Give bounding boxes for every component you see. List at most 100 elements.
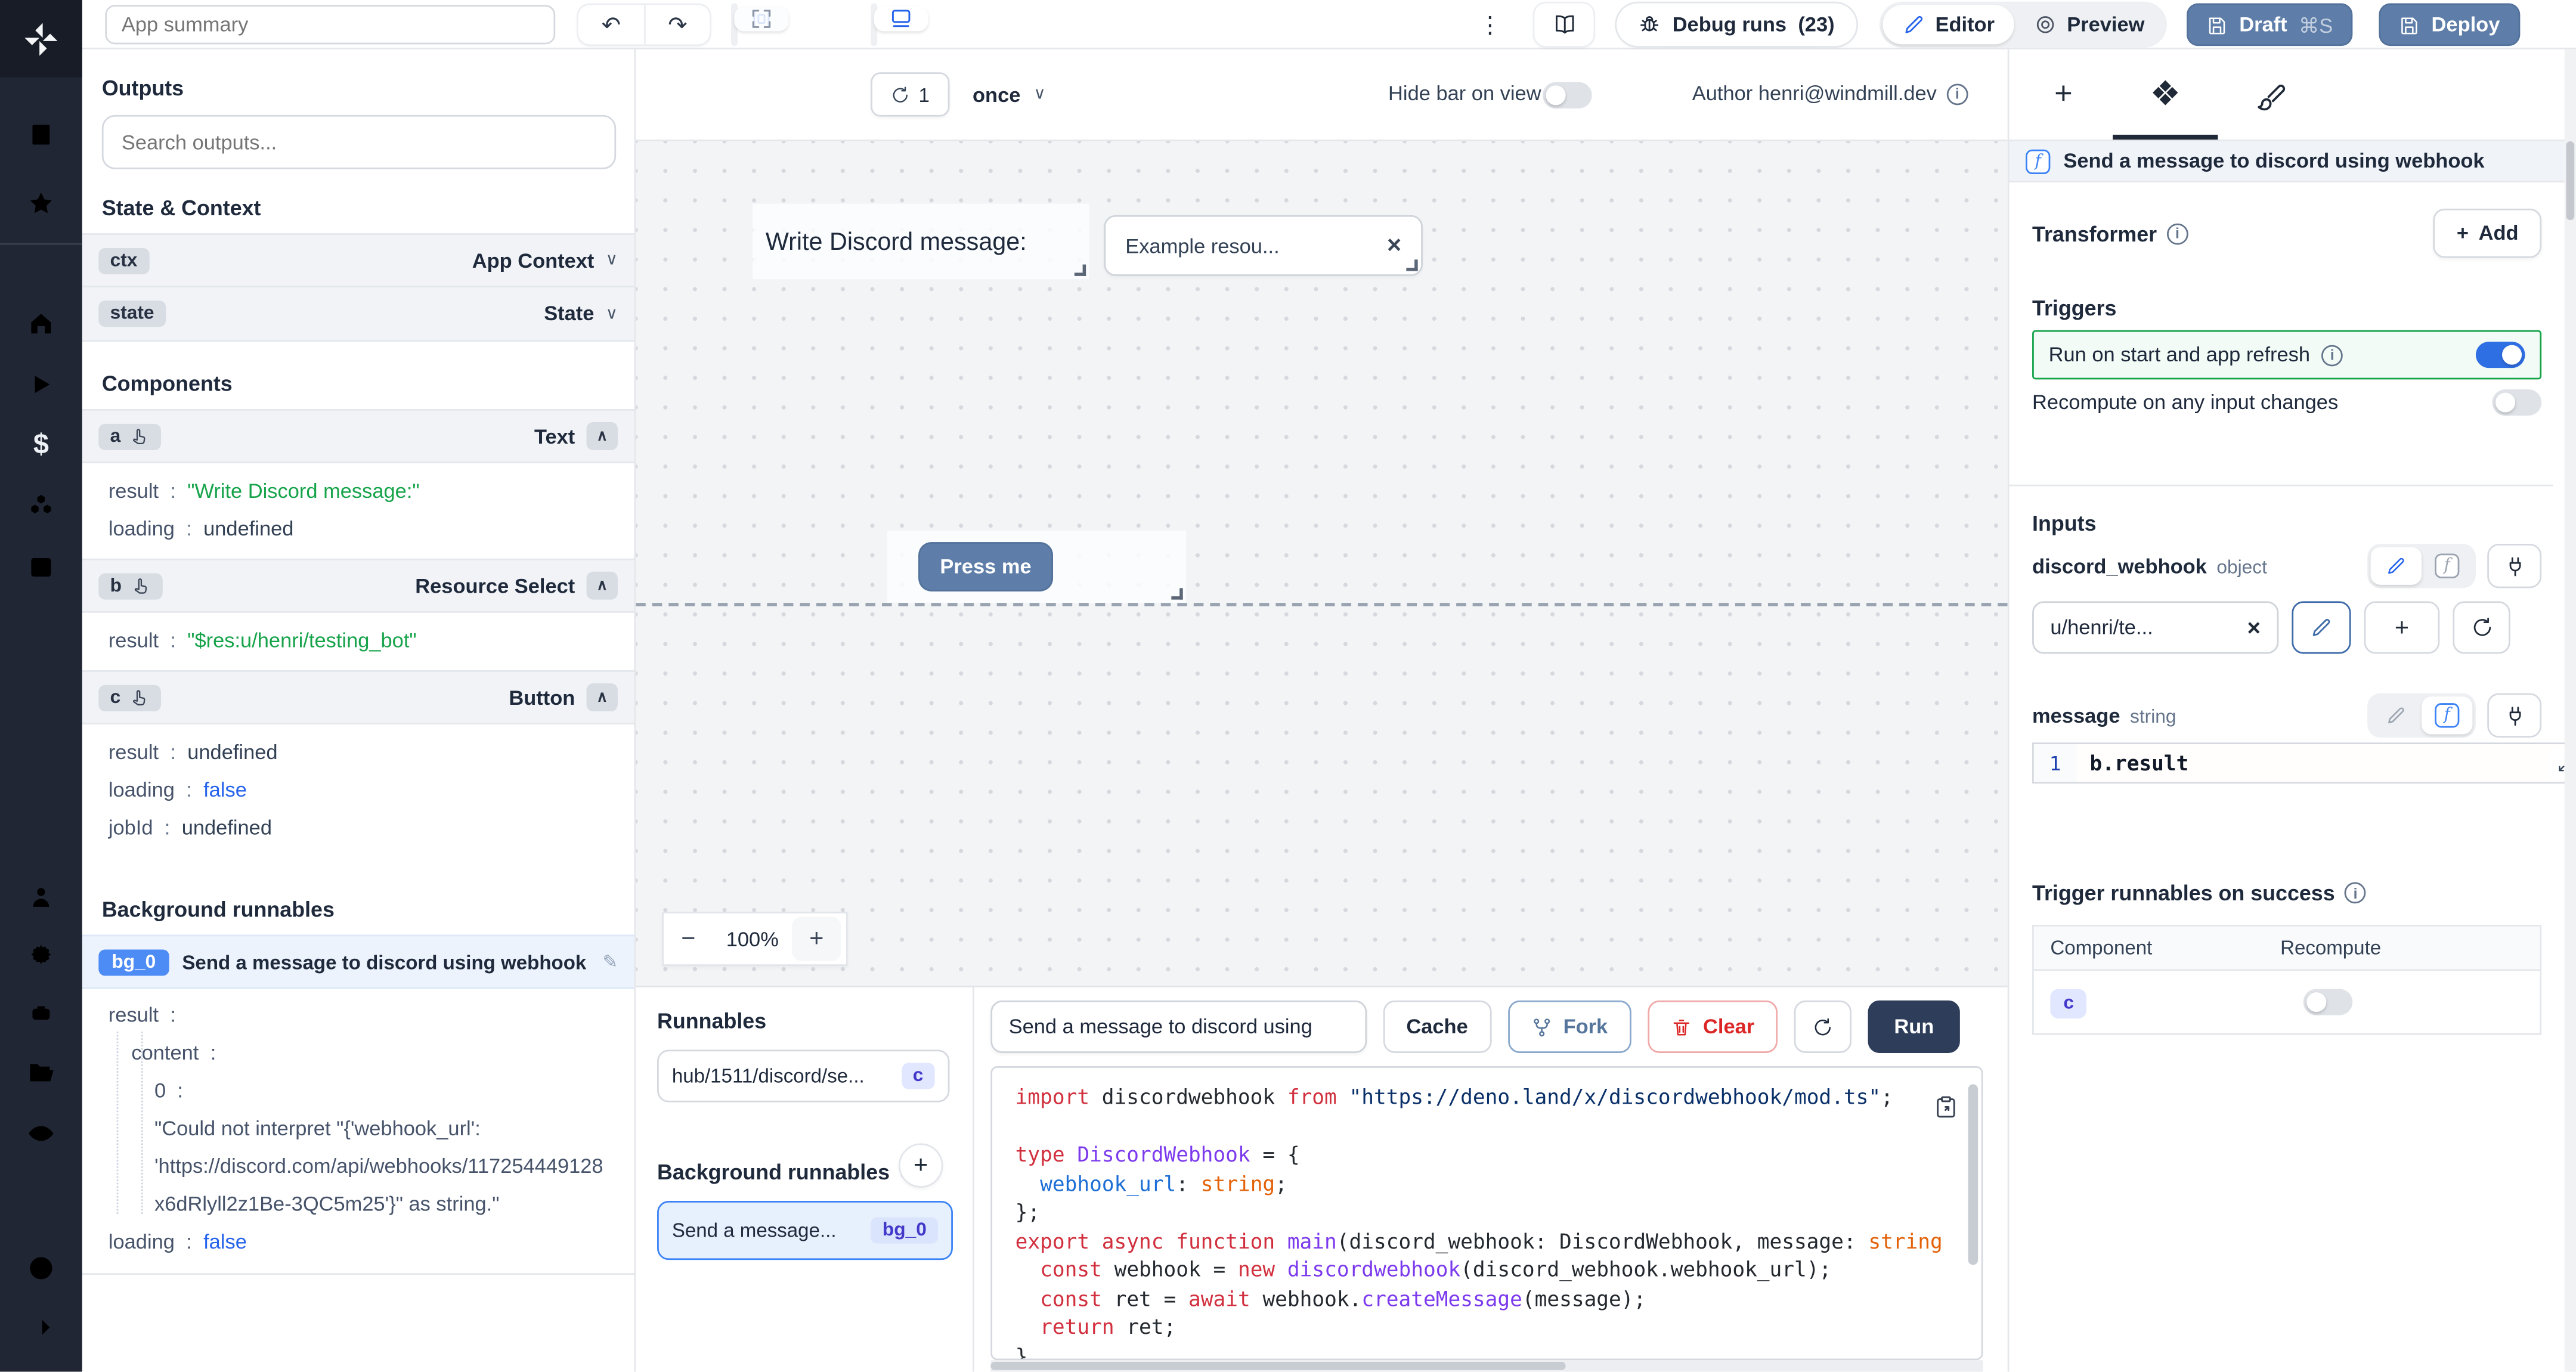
ctx-row[interactable]: ctx App Context ∨ bbox=[82, 233, 634, 288]
add-transformer-button[interactable]: + Add bbox=[2433, 208, 2542, 258]
clear-selection-icon[interactable]: × bbox=[1387, 231, 1401, 259]
key[interactable]: result bbox=[109, 628, 159, 652]
redo-button[interactable]: ↷ bbox=[643, 5, 710, 45]
key[interactable]: loading bbox=[109, 516, 175, 540]
info-icon[interactable]: i bbox=[2166, 222, 2188, 244]
runs-play-icon[interactable] bbox=[26, 370, 56, 399]
press-me-button[interactable]: Press me bbox=[918, 542, 1054, 591]
zoom-out-button[interactable]: − bbox=[664, 925, 713, 953]
run-on-start-toggle[interactable] bbox=[2475, 342, 2525, 368]
collapse-button[interactable]: ∧ bbox=[586, 571, 618, 600]
key[interactable]: result bbox=[109, 740, 159, 763]
resize-handle[interactable] bbox=[1074, 264, 1086, 276]
collapse-button[interactable]: ∧ bbox=[586, 683, 618, 711]
state-row[interactable]: state State ∨ bbox=[82, 287, 634, 342]
code-vertical-scrollbar[interactable] bbox=[1968, 1084, 1979, 1265]
connect-plug-button[interactable] bbox=[2487, 693, 2542, 738]
variables-dollar-icon[interactable]: $ bbox=[26, 429, 56, 460]
hide-bar-toggle[interactable] bbox=[1543, 82, 1592, 109]
collapse-button[interactable]: ∧ bbox=[586, 422, 618, 450]
text-component[interactable]: Write Discord message: bbox=[752, 203, 1089, 280]
chevron-down-icon[interactable]: ∨ bbox=[606, 252, 618, 270]
chevron-down-icon[interactable]: ∨ bbox=[606, 305, 618, 323]
page-scrollbar[interactable] bbox=[2564, 49, 2576, 1372]
code-editor[interactable]: import discordwebhook from "https://deno… bbox=[990, 1066, 1983, 1361]
undo-button[interactable]: ↶ bbox=[578, 5, 644, 44]
workspace-icon[interactable] bbox=[26, 120, 56, 150]
eval-mode-function[interactable]: f bbox=[2422, 696, 2473, 735]
key[interactable]: result bbox=[109, 1003, 159, 1026]
eval-mode-function[interactable]: f bbox=[2422, 547, 2472, 584]
collapse-arrow-icon[interactable] bbox=[26, 1312, 56, 1342]
docs-button[interactable] bbox=[1534, 3, 1594, 47]
key[interactable]: result bbox=[109, 479, 159, 502]
workers-robot-icon[interactable] bbox=[26, 999, 56, 1029]
component-c-row[interactable]: c Button ∧ bbox=[82, 670, 634, 724]
connect-plug-button[interactable] bbox=[2487, 543, 2542, 589]
runnable-name-input[interactable] bbox=[990, 1000, 1367, 1054]
add-resource-button[interactable]: + bbox=[2364, 601, 2440, 654]
folders-icon[interactable] bbox=[26, 1058, 56, 1088]
debug-runs-button[interactable]: Debug runs (23) bbox=[1617, 3, 1856, 47]
app-summary-input[interactable] bbox=[105, 5, 556, 45]
static-mode-pencil[interactable] bbox=[2371, 696, 2422, 734]
windmill-logo-icon[interactable] bbox=[0, 0, 82, 78]
tab-editor[interactable]: Editor bbox=[1883, 5, 2015, 45]
bg0-runnable-row[interactable]: bg_0 Send a message to discord using web… bbox=[82, 934, 634, 989]
help-icon[interactable] bbox=[26, 1253, 56, 1283]
clear-button[interactable]: Clear bbox=[1647, 1000, 1778, 1054]
message-expression-editor[interactable]: 1 b.result bbox=[2032, 742, 2576, 784]
key[interactable]: loading bbox=[109, 778, 175, 801]
code-horizontal-scrollbar[interactable] bbox=[990, 1360, 1983, 1372]
pencil-small-icon[interactable]: ✎ bbox=[603, 951, 618, 973]
more-menu-kebab-icon[interactable]: ⋮ bbox=[1475, 7, 1505, 43]
expression-value[interactable]: b.result bbox=[2076, 744, 2576, 782]
resize-handle[interactable] bbox=[1406, 259, 1418, 271]
refresh-button[interactable] bbox=[1794, 1000, 1852, 1054]
recompute-toggle[interactable] bbox=[2492, 389, 2542, 416]
styling-brush-tab[interactable] bbox=[2252, 77, 2289, 113]
runnable-item-bg0-selected[interactable]: Send a message... bg_0 bbox=[657, 1200, 953, 1260]
resource-value-box[interactable]: u/henri/te... × bbox=[2032, 601, 2279, 654]
key[interactable]: loading bbox=[109, 1229, 175, 1253]
copy-code-icon[interactable] bbox=[1933, 1094, 1959, 1119]
component-a-row[interactable]: a Text ∧ bbox=[82, 409, 634, 463]
resource-select-component[interactable]: Example resou... × bbox=[1104, 215, 1423, 276]
runnable-item-hub[interactable]: hub/1511/discord/se... c bbox=[657, 1049, 950, 1102]
frequency-select[interactable]: once ∨ bbox=[973, 72, 1046, 116]
fullscreen-toggle[interactable] bbox=[734, 7, 789, 32]
component-b-row[interactable]: b Resource Select ∧ bbox=[82, 558, 634, 613]
key[interactable]: 0 bbox=[154, 1079, 166, 1102]
refresh-count-button[interactable]: 1 bbox=[871, 72, 950, 117]
components-settings-tab-active[interactable]: ❖ bbox=[2147, 76, 2184, 113]
app-canvas[interactable]: Write Discord message: Example resou... … bbox=[636, 141, 2008, 986]
deploy-button[interactable]: Deploy bbox=[2379, 3, 2520, 47]
fork-button[interactable]: Fork bbox=[1507, 1000, 1631, 1054]
edit-resource-button[interactable] bbox=[2292, 601, 2351, 654]
static-mode-pencil[interactable] bbox=[2370, 547, 2422, 585]
desktop-view-toggle[interactable] bbox=[874, 7, 928, 32]
users-icon[interactable] bbox=[26, 882, 56, 912]
code-content[interactable]: import discordwebhook from "https://deno… bbox=[992, 1068, 1981, 1358]
cache-button[interactable]: Cache bbox=[1383, 1000, 1491, 1054]
draft-button[interactable]: Draft ⌘S bbox=[2187, 3, 2353, 47]
recompute-row-toggle[interactable] bbox=[2303, 989, 2353, 1015]
component-badge[interactable]: c bbox=[2050, 989, 2088, 1019]
info-icon[interactable]: i bbox=[1946, 83, 1968, 104]
audit-eye-icon[interactable] bbox=[26, 1119, 56, 1148]
refresh-resource-button[interactable] bbox=[2453, 601, 2510, 654]
schedules-calendar-icon[interactable] bbox=[26, 552, 56, 582]
info-icon[interactable]: i bbox=[2345, 882, 2366, 904]
run-button[interactable]: Run bbox=[1868, 1000, 1961, 1054]
search-outputs-input[interactable] bbox=[101, 114, 617, 169]
clear-resource-icon[interactable]: × bbox=[2247, 614, 2261, 640]
resize-handle[interactable] bbox=[1171, 588, 1183, 600]
zoom-in-button[interactable]: + bbox=[791, 916, 841, 961]
settings-gear-icon[interactable] bbox=[26, 940, 56, 970]
key[interactable]: jobId bbox=[109, 816, 153, 839]
insert-component-tab[interactable]: + bbox=[2045, 77, 2082, 113]
add-bg-runnable-button[interactable]: + bbox=[899, 1143, 943, 1188]
tab-preview[interactable]: Preview bbox=[2014, 5, 2164, 44]
resources-cubes-icon[interactable] bbox=[26, 491, 56, 521]
info-icon[interactable]: i bbox=[2321, 344, 2343, 366]
